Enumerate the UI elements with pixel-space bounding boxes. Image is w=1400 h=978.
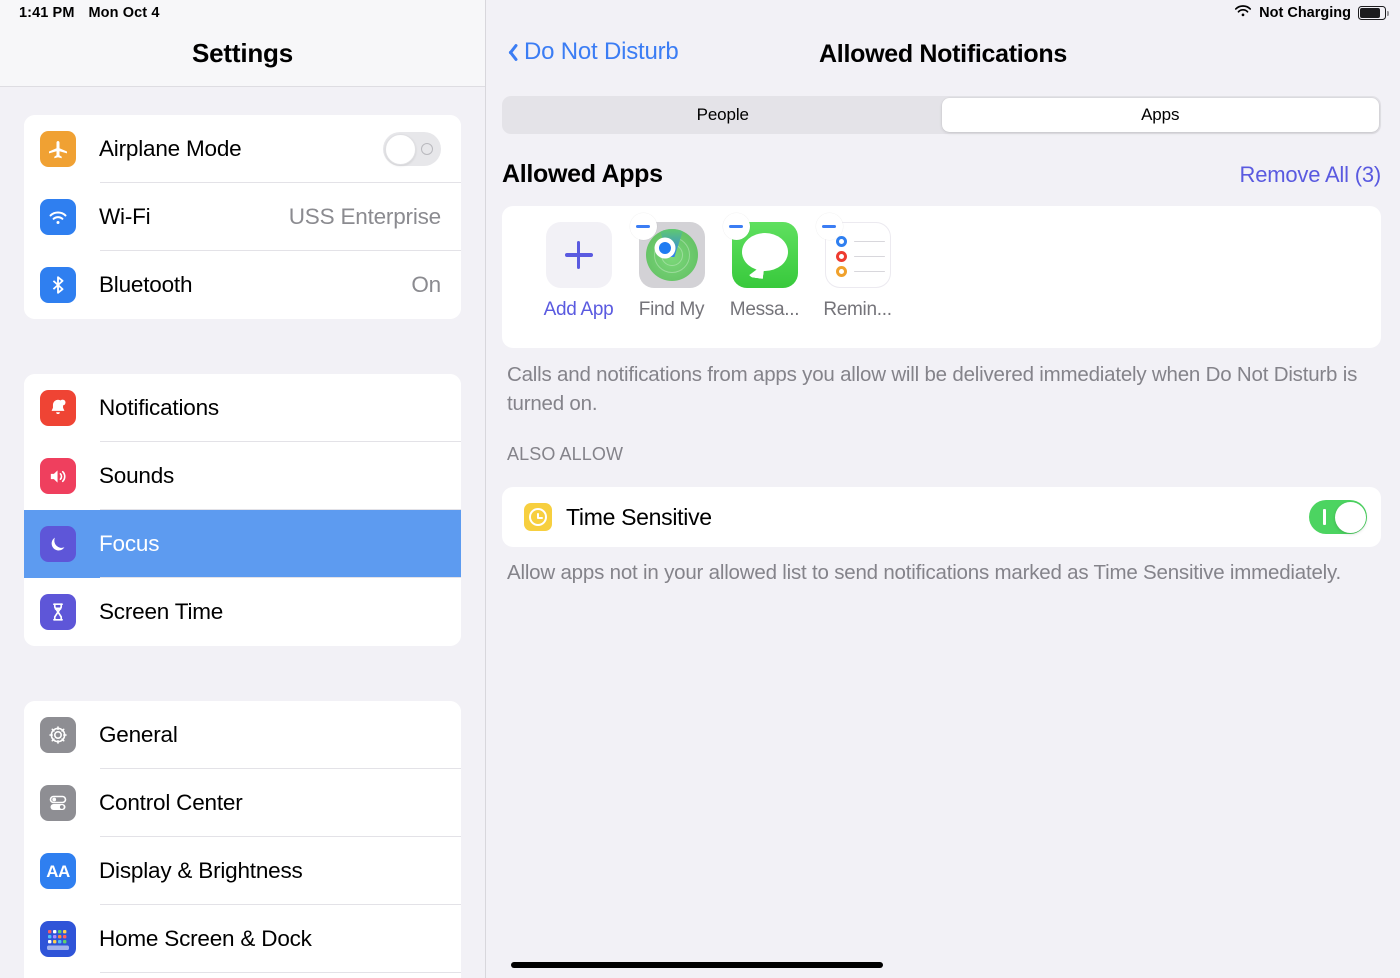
time-sensitive-description: Allow apps not in your allowed list to s… bbox=[507, 561, 1342, 584]
add-app-tile[interactable] bbox=[545, 222, 612, 288]
sidebar-item-label: Screen Time bbox=[99, 599, 224, 624]
sidebar-item-label: Airplane Mode bbox=[99, 136, 242, 161]
reminders-icon[interactable] bbox=[815, 213, 891, 288]
tab-apps[interactable]: Apps bbox=[941, 98, 1379, 132]
sidebar-item-display-brightness[interactable]: AA Display & Brightness bbox=[24, 837, 461, 905]
sidebar-item-label: Focus bbox=[99, 531, 160, 556]
app-label: Messa... bbox=[729, 299, 800, 320]
sidebar-item-label: Wi-Fi bbox=[99, 204, 151, 229]
messages-icon[interactable] bbox=[722, 213, 798, 288]
toggle-knob bbox=[1334, 501, 1366, 533]
wifi-icon bbox=[40, 199, 76, 235]
speaker-icon bbox=[40, 458, 76, 494]
app-cell-messages[interactable]: Messa... bbox=[718, 213, 811, 321]
reminders-row-2 bbox=[835, 251, 885, 262]
sidebar-item-sounds[interactable]: Sounds bbox=[24, 442, 461, 510]
bluetooth-icon bbox=[40, 267, 76, 303]
hourglass-icon bbox=[40, 594, 76, 630]
plus-icon bbox=[564, 241, 593, 269]
allowed-apps-description: Calls and notifications from apps you al… bbox=[507, 363, 1358, 415]
bluetooth-state-value: On bbox=[411, 272, 441, 297]
reminders-row-1 bbox=[835, 236, 885, 247]
aa-icon: AA bbox=[40, 853, 76, 889]
status-bar-left: 1:41 PM Mon Oct 4 bbox=[19, 5, 160, 21]
app-cell-find-my[interactable]: Find My bbox=[625, 213, 718, 321]
toggle-knob bbox=[384, 133, 416, 165]
time-sensitive-row[interactable]: Time Sensitive bbox=[502, 487, 1381, 547]
sidebar-group-system: Notifications Sounds Focus Screen Time bbox=[24, 374, 461, 646]
battery-icon bbox=[1358, 6, 1389, 20]
sidebar-item-label: Home Screen & Dock bbox=[99, 926, 312, 951]
wifi-icon bbox=[1234, 4, 1252, 22]
airplane-icon bbox=[40, 131, 76, 167]
minus-badge-icon[interactable] bbox=[722, 213, 750, 240]
allowed-apps-card: Add App Find My Messa... Remin... bbox=[502, 206, 1381, 348]
page-title: Settings bbox=[192, 38, 293, 68]
sidebar-item-label: Notifications bbox=[99, 395, 219, 420]
sidebar-item-control-center[interactable]: Control Center bbox=[24, 769, 461, 837]
home-grid-icon bbox=[40, 921, 76, 957]
status-date: Mon Oct 4 bbox=[88, 5, 160, 21]
app-label: Add App bbox=[543, 299, 614, 320]
messages-bubble bbox=[741, 233, 788, 271]
detail-title: Allowed Notifications bbox=[819, 40, 1067, 68]
sidebar-item-label: Sounds bbox=[99, 463, 175, 488]
status-time: 1:41 PM bbox=[19, 5, 75, 21]
add-app-cell[interactable]: Add App bbox=[532, 222, 625, 321]
toggle-on-mark bbox=[1323, 509, 1326, 525]
find-my-dot bbox=[658, 242, 671, 254]
app-label: Find My bbox=[638, 299, 705, 320]
sidebar-item-label: General bbox=[99, 722, 178, 747]
gear-icon bbox=[40, 717, 76, 753]
time-sensitive-label: Time Sensitive bbox=[566, 503, 712, 530]
settings-sidebar: 1:41 PM Mon Oct 4 Settings Airplane Mode bbox=[0, 0, 486, 978]
sidebar-item-bluetooth[interactable]: Bluetooth On bbox=[24, 251, 461, 319]
sidebar-item-label: Display & Brightness bbox=[99, 858, 303, 883]
minus-badge-icon[interactable] bbox=[815, 213, 843, 240]
tab-people[interactable]: People bbox=[504, 98, 942, 132]
clock-icon bbox=[524, 503, 552, 531]
sidebar-item-airplane-mode[interactable]: Airplane Mode bbox=[24, 115, 461, 183]
also-allow-header: ALSO ALLOW bbox=[507, 444, 624, 464]
sidebar-item-general[interactable]: General bbox=[24, 701, 461, 769]
airplane-mode-toggle[interactable] bbox=[383, 132, 441, 166]
home-indicator[interactable] bbox=[511, 962, 883, 968]
sidebar-item-home-screen-dock[interactable]: Home Screen & Dock bbox=[24, 905, 461, 973]
sidebar-item-accessibility[interactable]: Accessibility bbox=[24, 973, 461, 978]
aa-glyph: AA bbox=[46, 861, 70, 881]
sidebar-item-screen-time[interactable]: Screen Time bbox=[24, 578, 461, 646]
detail-pane: Not Charging Do Not Disturb Allowed Noti… bbox=[486, 0, 1400, 978]
sidebar-group-connectivity: Airplane Mode Wi-Fi USS Enterprise Bluet… bbox=[24, 115, 461, 319]
sliders-icon bbox=[40, 785, 76, 821]
remove-all-button[interactable]: Remove All (3) bbox=[1240, 162, 1382, 188]
status-bar-right: Not Charging bbox=[1234, 4, 1389, 22]
app-label: Remin... bbox=[823, 299, 892, 320]
detail-header: Not Charging Do Not Disturb Allowed Noti… bbox=[486, 0, 1400, 86]
sidebar-item-label: Bluetooth bbox=[99, 272, 193, 297]
sidebar-scroll-area[interactable]: Airplane Mode Wi-Fi USS Enterprise Bluet… bbox=[0, 88, 485, 978]
sidebar-item-label: Control Center bbox=[99, 790, 243, 815]
time-sensitive-toggle[interactable] bbox=[1309, 500, 1367, 534]
segmented-control[interactable]: People Apps bbox=[502, 96, 1381, 134]
minus-badge-icon[interactable] bbox=[629, 213, 657, 240]
ipad-settings-screen: 1:41 PM Mon Oct 4 Settings Airplane Mode bbox=[0, 0, 1400, 978]
sidebar-item-focus[interactable]: Focus bbox=[24, 510, 461, 578]
bell-icon bbox=[40, 390, 76, 426]
moon-icon bbox=[40, 526, 76, 562]
battery-status-text: Not Charging bbox=[1259, 5, 1351, 21]
sidebar-item-notifications[interactable]: Notifications bbox=[24, 374, 461, 442]
reminders-row-3 bbox=[835, 266, 885, 277]
section-title: Allowed Apps bbox=[502, 160, 663, 188]
allowed-apps-section-header: Allowed Apps Remove All (3) bbox=[502, 160, 1381, 189]
app-cell-reminders[interactable]: Remin... bbox=[811, 213, 904, 321]
wifi-network-value: USS Enterprise bbox=[288, 204, 441, 229]
find-my-icon[interactable] bbox=[629, 213, 705, 288]
toggle-off-mark bbox=[421, 143, 433, 155]
sidebar-item-wifi[interactable]: Wi-Fi USS Enterprise bbox=[24, 183, 461, 251]
find-my-radar bbox=[645, 229, 698, 281]
sidebar-header: 1:41 PM Mon Oct 4 Settings bbox=[0, 0, 485, 87]
sidebar-group-device: General Control Center AA Display & Brig… bbox=[24, 701, 461, 978]
